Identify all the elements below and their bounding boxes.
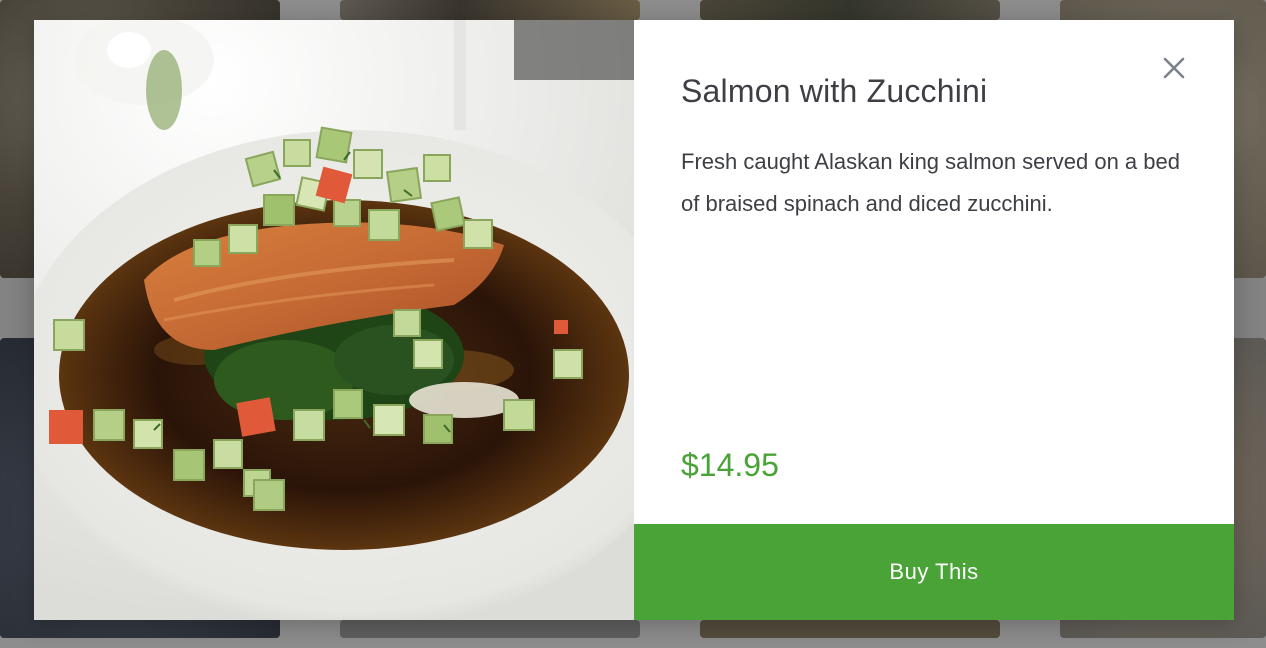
product-card-image (340, 620, 640, 638)
product-card (340, 620, 640, 638)
product-card-image (340, 0, 640, 20)
product-card (700, 620, 1000, 638)
product-card (700, 0, 1000, 20)
product-card-image (700, 0, 1000, 20)
product-card-image (700, 620, 1000, 638)
product-image (34, 20, 634, 620)
product-details-panel: Salmon with Zucchini Fresh caught Alaska… (634, 20, 1234, 620)
product-description: Fresh caught Alaskan king salmon served … (681, 149, 1180, 216)
product-card (340, 0, 640, 20)
buy-button[interactable]: Buy This (634, 524, 1234, 620)
product-title: Salmon with Zucchini (681, 73, 988, 109)
close-icon (1163, 57, 1185, 79)
product-price: $14.95 (681, 447, 779, 483)
product-modal: Salmon with Zucchini Fresh caught Alaska… (34, 20, 1234, 620)
salmon-dish-illustration (34, 20, 634, 620)
close-button[interactable] (1156, 50, 1192, 86)
